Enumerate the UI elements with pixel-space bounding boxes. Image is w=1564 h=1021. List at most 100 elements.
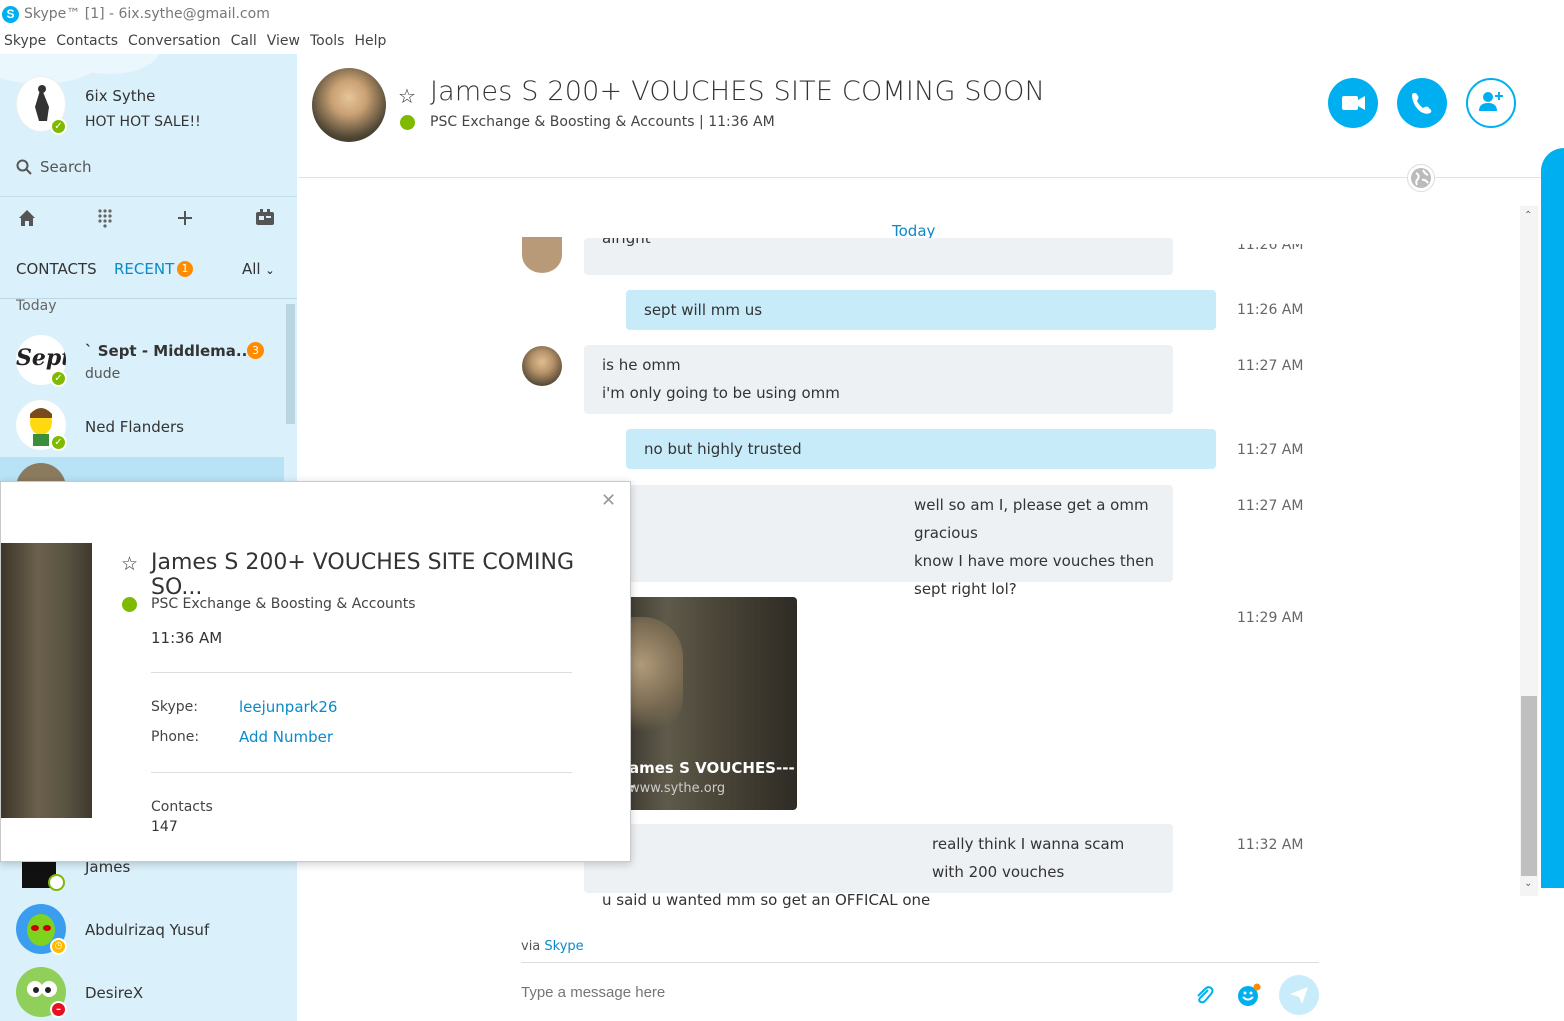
contact-name[interactable]: DesireX xyxy=(85,984,143,1002)
away-status-icon: ◷ xyxy=(50,938,67,955)
recent-count-badge: 1 xyxy=(177,261,193,277)
message-text: alright xyxy=(602,238,651,247)
home-icon[interactable] xyxy=(16,207,38,229)
send-button[interactable] xyxy=(1279,975,1319,1015)
profile-mood[interactable]: HOT HOT SALE!! xyxy=(85,114,201,130)
preview-image xyxy=(623,617,683,737)
message-text: is he omm xyxy=(602,356,681,374)
filter-dropdown[interactable]: All ⌄ xyxy=(242,260,275,278)
unread-badge: 3 xyxy=(247,342,264,359)
globe-icon[interactable] xyxy=(1407,164,1435,192)
online-status-icon xyxy=(400,115,415,130)
title-bar: S Skype™ [1] - 6ix.sythe@gmail.com xyxy=(0,0,1564,30)
contact-name[interactable]: Ned Flanders xyxy=(85,418,184,436)
scroll-up-icon[interactable]: ⌃ xyxy=(1524,210,1532,221)
contact-name[interactable]: ` Sept - Middlema... xyxy=(85,342,253,360)
send-icon xyxy=(1290,987,1308,1004)
search-label: Search xyxy=(40,158,92,176)
via-label: via Skype xyxy=(521,939,584,954)
side-panel-edge xyxy=(1541,148,1564,888)
sender-avatar[interactable] xyxy=(522,346,562,386)
message-time: 11:26 AM xyxy=(1237,302,1304,318)
dialpad-icon[interactable] xyxy=(94,207,116,229)
message-bubble[interactable]: really think I wanna scam with 200 vouch… xyxy=(584,824,1173,909)
message-text: know I have more vouches then sept right… xyxy=(914,552,1155,598)
online-status-icon xyxy=(122,597,137,612)
busy-status-icon: – xyxy=(50,1001,67,1018)
message-text: sept will mm us xyxy=(644,301,763,319)
sidebar-scrollbar[interactable] xyxy=(286,304,295,424)
message-bubble[interactable]: is he omm i'm only going to be using omm xyxy=(584,345,1173,414)
filter-label: All xyxy=(242,260,261,278)
link-preview-card[interactable]: ames S VOUCHES---- www.sythe.org xyxy=(623,597,797,810)
popup-profile-image xyxy=(1,543,92,818)
popup-subtitle: PSC Exchange & Boosting & Accounts xyxy=(151,596,416,612)
skype-label: Skype: xyxy=(151,699,198,715)
menu-call[interactable]: Call xyxy=(231,31,257,53)
star-icon[interactable]: ☆ xyxy=(398,84,416,108)
conversation-avatar[interactable] xyxy=(312,68,386,142)
video-camera-icon xyxy=(1342,96,1365,110)
preview-url: www.sythe.org xyxy=(629,781,726,796)
add-people-button[interactable] xyxy=(1466,78,1516,128)
skype-logo-icon: S xyxy=(2,6,19,23)
scroll-thumb[interactable] xyxy=(1521,696,1537,876)
online-status-icon: ✓ xyxy=(50,434,67,451)
tab-recent[interactable]: RECENT xyxy=(114,260,174,278)
menu-bar: Skype Contacts Conversation Call View To… xyxy=(0,31,1564,53)
add-number-link[interactable]: Add Number xyxy=(239,728,333,746)
via-skype-link[interactable]: Skype xyxy=(544,939,583,954)
video-call-button[interactable] xyxy=(1328,78,1378,128)
contacts-count-value: 147 xyxy=(151,819,178,835)
profile-name[interactable]: 6ix Sythe xyxy=(85,87,155,105)
star-icon[interactable]: ☆ xyxy=(121,553,138,575)
contact-card-icon[interactable] xyxy=(254,207,276,229)
menu-help[interactable]: Help xyxy=(354,31,386,53)
tab-contacts[interactable]: CONTACTS xyxy=(16,260,97,278)
message-time: 11:29 AM xyxy=(1237,610,1304,626)
chat-scrollbar[interactable]: ⌃ ⌄ xyxy=(1520,206,1538,896)
message-time: 11:27 AM xyxy=(1237,498,1304,514)
message-bubble[interactable]: no but highly trusted xyxy=(626,429,1216,469)
header-divider xyxy=(298,177,1541,178)
close-icon[interactable]: ✕ xyxy=(601,490,616,511)
popup-divider xyxy=(151,672,572,673)
scroll-down-icon[interactable]: ⌄ xyxy=(1524,878,1532,889)
conversation-subtitle: PSC Exchange & Boosting & Accounts | 11:… xyxy=(430,114,775,130)
add-person-icon xyxy=(1479,92,1503,111)
composer-divider xyxy=(521,962,1319,963)
audio-call-button[interactable] xyxy=(1397,78,1447,128)
window-title: Skype™ [1] - 6ix.sythe@gmail.com xyxy=(24,6,270,22)
search-box[interactable]: Search xyxy=(16,158,92,176)
offline-status-icon xyxy=(48,874,65,891)
menu-skype[interactable]: Skype xyxy=(4,31,46,53)
popup-title: James S 200+ VOUCHES SITE COMING SO... xyxy=(151,550,575,600)
message-text: u said u wanted mm so get an OFFICAL one xyxy=(602,891,931,909)
conversation-title: James S 200+ VOUCHES SITE COMING SOON xyxy=(430,76,1046,107)
via-prefix: via xyxy=(521,939,541,954)
recent-section-label: Today xyxy=(16,298,57,314)
message-input[interactable] xyxy=(521,984,1161,1001)
chevron-down-icon: ⌄ xyxy=(265,264,275,277)
contact-mood: dude xyxy=(85,366,121,382)
message-bubble[interactable]: well so am I, please get a omm gracious … xyxy=(584,485,1173,598)
message-time-text: 11:26 AM xyxy=(1237,244,1304,253)
menu-contacts[interactable]: Contacts xyxy=(56,31,118,53)
online-status-icon: ✓ xyxy=(50,370,67,387)
sender-avatar[interactable] xyxy=(522,237,562,273)
attachment-icon[interactable] xyxy=(1193,984,1215,1006)
skype-name-link[interactable]: leejunpark26 xyxy=(239,698,337,716)
emoticon-icon[interactable] xyxy=(1236,982,1262,1008)
sept-logo: Sept xyxy=(16,345,66,371)
message-bubble[interactable]: alright xyxy=(584,238,1173,275)
contact-name[interactable]: Abdulrizaq Yusuf xyxy=(85,921,209,939)
message-text: i'm only going to be using omm xyxy=(602,384,840,402)
menu-conversation[interactable]: Conversation xyxy=(128,31,221,53)
menu-tools[interactable]: Tools xyxy=(310,31,345,53)
message-time: 11:27 AM xyxy=(1237,358,1304,374)
popup-divider xyxy=(151,772,572,773)
add-icon[interactable] xyxy=(174,207,196,229)
menu-view[interactable]: View xyxy=(267,31,300,53)
message-bubble[interactable]: sept will mm us xyxy=(626,290,1216,330)
contact-card-popup: ✕ ☆ James S 200+ VOUCHES SITE COMING SO.… xyxy=(0,481,631,862)
